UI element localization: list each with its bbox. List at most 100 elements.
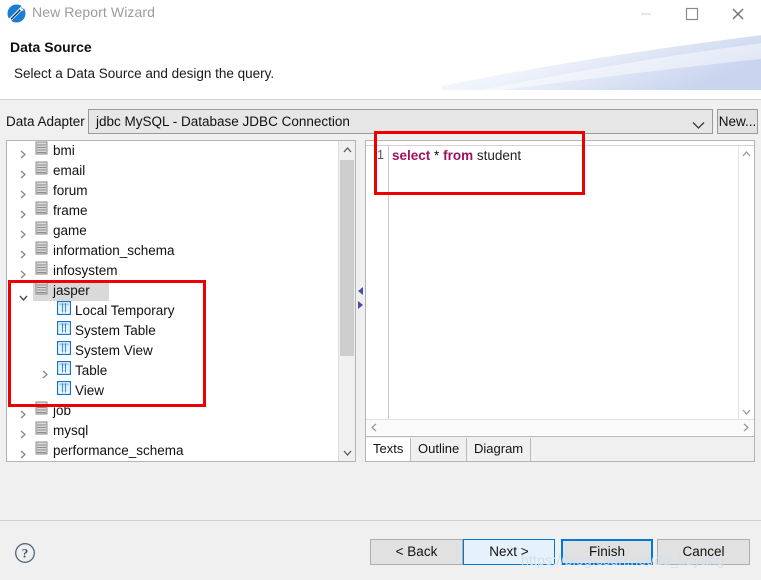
table-icon xyxy=(56,380,72,396)
database-tree-panel: bmi email forum frame game information_schema… xyxy=(6,140,356,462)
tree-item-system-view[interactable]: System View xyxy=(7,340,339,361)
tab-outline[interactable]: Outline xyxy=(411,438,468,461)
svg-text:?: ? xyxy=(22,545,29,560)
chevron-left-icon[interactable] xyxy=(366,420,382,435)
line-number: 1 xyxy=(377,148,384,162)
database-icon xyxy=(35,261,48,275)
database-icon xyxy=(35,181,48,195)
triangle-left-icon[interactable] xyxy=(358,283,363,295)
tree-item-performance-schema[interactable]: performance_schema xyxy=(7,441,339,461)
tree-item-label: bmi xyxy=(53,143,75,158)
cancel-button[interactable]: Cancel xyxy=(657,539,750,565)
table-icon xyxy=(56,320,72,336)
database-icon xyxy=(35,161,48,175)
data-adapter-label: Data Adapter xyxy=(6,114,85,129)
editor-horizontal-scrollbar[interactable] xyxy=(366,419,754,435)
sql-token-identifier: student xyxy=(476,148,522,163)
table-icon xyxy=(56,300,72,316)
tree-item-label: Local Temporary xyxy=(75,303,175,318)
data-adapter-value: jdbc MySQL - Database JDBC Connection xyxy=(96,114,350,129)
tree-item-label: information_schema xyxy=(53,243,175,258)
tree-item-label: infosystem xyxy=(53,263,118,278)
sql-token-keyword: select xyxy=(392,148,431,163)
chevron-up-icon[interactable] xyxy=(339,141,355,158)
tree-item-label: job xyxy=(53,403,72,418)
decorative-swoosh xyxy=(441,35,761,90)
chevron-down-icon[interactable] xyxy=(739,404,754,420)
database-icon xyxy=(35,201,48,215)
editor-line-gutter: 1 xyxy=(366,146,389,420)
panel-splitter[interactable] xyxy=(356,140,365,462)
close-icon xyxy=(732,8,744,20)
database-icon xyxy=(35,141,48,155)
minimize-icon xyxy=(641,13,651,15)
wizard-footer: ? < Back Next > Finish Cancel xyxy=(0,521,761,580)
database-icon xyxy=(35,441,48,455)
tree-item-label: System Table xyxy=(75,323,156,338)
chevron-down-icon[interactable] xyxy=(339,444,355,461)
tree-item-jasper[interactable]: jasper xyxy=(7,281,339,302)
next-button[interactable]: Next > xyxy=(463,539,555,565)
tab-texts[interactable]: Texts xyxy=(366,438,412,461)
chevron-up-icon[interactable] xyxy=(739,146,754,162)
sql-query-text[interactable]: select * from student xyxy=(392,148,521,163)
tree-item-label: View xyxy=(75,383,105,398)
table-icon xyxy=(56,360,72,376)
finish-button[interactable]: Finish xyxy=(561,539,653,565)
editor-vertical-scrollbar[interactable] xyxy=(738,146,754,420)
chevron-down-icon xyxy=(692,118,705,133)
tab-diagram[interactable]: Diagram xyxy=(467,438,532,461)
tree-scrollbar-thumb[interactable] xyxy=(340,160,354,356)
tree-item-job[interactable]: job xyxy=(7,401,339,421)
tree-item-infosystem[interactable]: infosystem xyxy=(7,261,339,281)
tree-item-system-table[interactable]: System Table xyxy=(7,320,339,341)
wizard-header: Data Source Select a Data Source and des… xyxy=(0,28,761,100)
data-adapter-combo[interactable]: jdbc MySQL - Database JDBC Connection xyxy=(88,109,713,134)
database-icon xyxy=(35,281,48,295)
table-icon xyxy=(56,340,72,356)
tree-item-label: email xyxy=(53,163,86,178)
back-button[interactable]: < Back xyxy=(370,539,463,565)
page-title: Data Source xyxy=(10,39,92,55)
help-circle-icon[interactable]: ? xyxy=(14,542,36,564)
tree-item-information-schema[interactable]: information_schema xyxy=(7,241,339,261)
tree-item-table[interactable]: Table xyxy=(7,360,339,381)
chevron-right-icon[interactable] xyxy=(738,420,754,435)
tree-item-label: frame xyxy=(53,203,88,218)
close-button[interactable] xyxy=(715,0,761,28)
chevron-right-icon[interactable] xyxy=(17,446,29,461)
triangle-right-icon[interactable] xyxy=(358,297,363,309)
tree-item-email[interactable]: email xyxy=(7,161,339,181)
tree-item-label: Table xyxy=(75,363,108,378)
query-editor-panel: 1 select * from student Texts Outline Diag… xyxy=(365,140,755,462)
tree-item-label: game xyxy=(53,223,87,238)
tree-item-label: performance_schema xyxy=(53,443,184,458)
editor-top-margin xyxy=(366,141,754,146)
tree-item-view[interactable]: View xyxy=(7,380,339,401)
database-icon xyxy=(35,241,48,255)
tree-item-local-temporary[interactable]: Local Temporary xyxy=(7,300,339,321)
title-bar: New Report Wizard xyxy=(0,0,761,28)
tree-item-label: forum xyxy=(53,183,88,198)
database-tree[interactable]: bmi email forum frame game information_schema… xyxy=(7,141,339,461)
window-title: New Report Wizard xyxy=(32,4,156,20)
editor-tab-strip: Texts Outline Diagram xyxy=(366,436,754,461)
database-icon xyxy=(35,401,48,415)
page-subtitle: Select a Data Source and design the quer… xyxy=(14,66,275,81)
maximize-icon xyxy=(685,7,699,21)
database-icon xyxy=(35,421,48,435)
tree-item-label: mysql xyxy=(53,423,89,438)
tree-vertical-scrollbar[interactable] xyxy=(338,141,355,461)
maximize-button[interactable] xyxy=(669,0,715,28)
database-icon xyxy=(35,221,48,235)
new-report-wizard-window: New Report Wizard Data Source Select a D… xyxy=(0,0,761,580)
tree-item-mysql[interactable]: mysql xyxy=(7,421,339,441)
tree-item-forum[interactable]: forum xyxy=(7,181,339,201)
minimize-button[interactable] xyxy=(623,0,669,28)
tree-item-game[interactable]: game xyxy=(7,221,339,241)
new-data-adapter-button[interactable]: New... xyxy=(717,109,758,134)
tree-item-frame[interactable]: frame xyxy=(7,201,339,221)
jasperreports-icon xyxy=(7,4,26,23)
tree-item-bmi[interactable]: bmi xyxy=(7,141,339,161)
sql-token-keyword: from xyxy=(443,148,474,163)
